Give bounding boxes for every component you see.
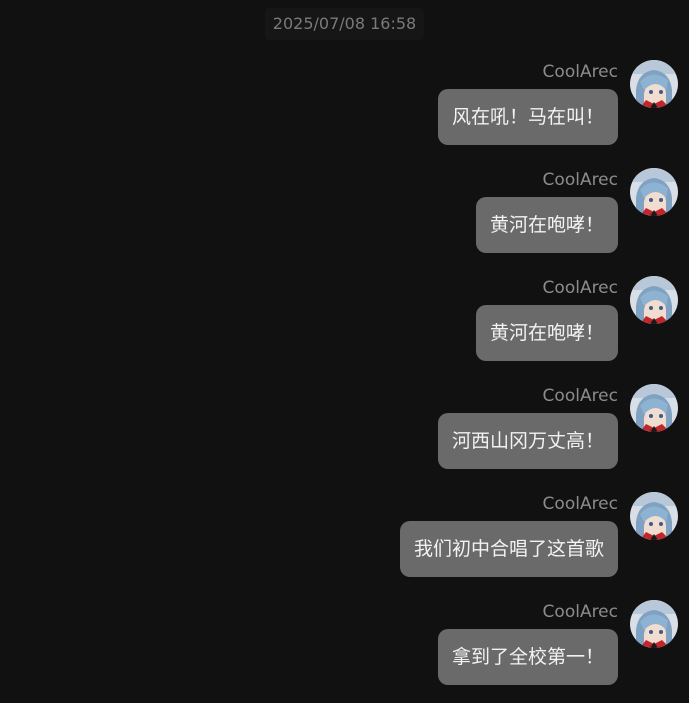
message-timestamp: 2025/07/08 16:58 (264, 8, 425, 40)
sender-name[interactable]: CoolArec (543, 278, 618, 298)
message-bubble[interactable]: 拿到了全校第一！ (437, 629, 618, 685)
sender-name[interactable]: CoolArec (543, 494, 618, 514)
avatar-image-icon (630, 600, 678, 648)
avatar-image-icon (630, 168, 678, 216)
message-bubble[interactable]: 风在吼！马在叫！ (437, 89, 618, 145)
chat-message: CoolArec 黄河在咆哮！ (0, 276, 689, 378)
avatar[interactable] (630, 60, 678, 108)
chat-message: CoolArec 拿到了全校第一！ (0, 600, 689, 702)
avatar-image-icon (630, 492, 678, 540)
chat-message: CoolArec 河西山冈万丈高！ (0, 384, 689, 486)
sender-name[interactable]: CoolArec (543, 602, 618, 622)
avatar[interactable] (630, 492, 678, 540)
avatar-image-icon (630, 384, 678, 432)
avatar[interactable] (630, 600, 678, 648)
avatar[interactable] (630, 384, 678, 432)
chat-message: CoolArec 我们初中合唱了这首歌 (0, 492, 689, 594)
avatar[interactable] (630, 276, 678, 324)
sender-name[interactable]: CoolArec (543, 386, 618, 406)
avatar[interactable] (630, 168, 678, 216)
chat-message: CoolArec 风在吼！马在叫！ (0, 60, 689, 162)
timestamp-row: 2025/07/08 16:58 (0, 8, 689, 40)
sender-name[interactable]: CoolArec (543, 170, 618, 190)
avatar-image-icon (630, 60, 678, 108)
sender-name[interactable]: CoolArec (543, 62, 618, 82)
message-bubble[interactable]: 我们初中合唱了这首歌 (399, 521, 618, 577)
chat-message: CoolArec 黄河在咆哮！ (0, 168, 689, 270)
message-bubble[interactable]: 河西山冈万丈高！ (437, 413, 618, 469)
message-bubble[interactable]: 黄河在咆哮！ (475, 305, 618, 361)
message-bubble[interactable]: 黄河在咆哮！ (475, 197, 618, 253)
avatar-image-icon (630, 276, 678, 324)
